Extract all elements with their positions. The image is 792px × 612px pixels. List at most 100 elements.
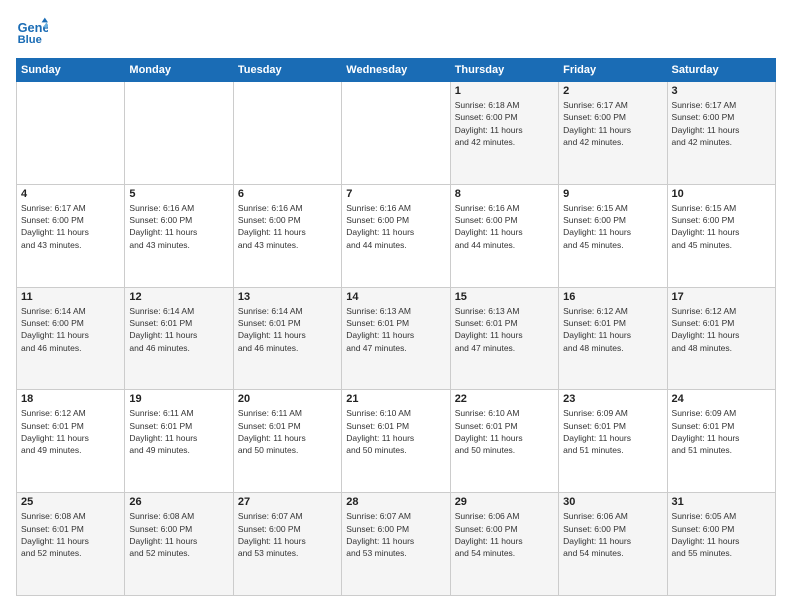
- day-number: 11: [21, 291, 120, 303]
- day-number: 19: [129, 393, 228, 405]
- column-header-friday: Friday: [559, 59, 667, 82]
- calendar-cell: [233, 82, 341, 185]
- calendar-cell: 13 Sunrise: 6:14 AM Sunset: 6:01 PM Dayli…: [233, 287, 341, 390]
- cell-info: Sunrise: 6:06 AM Sunset: 6:00 PM Dayligh…: [563, 510, 662, 559]
- logo: General Blue: [16, 16, 52, 48]
- day-number: 20: [238, 393, 337, 405]
- day-number: 10: [672, 188, 771, 200]
- calendar-cell: 16 Sunrise: 6:12 AM Sunset: 6:01 PM Dayli…: [559, 287, 667, 390]
- calendar-cell: 27 Sunrise: 6:07 AM Sunset: 6:00 PM Dayli…: [233, 493, 341, 596]
- day-number: 29: [455, 496, 554, 508]
- cell-info: Sunrise: 6:08 AM Sunset: 6:00 PM Dayligh…: [129, 510, 228, 559]
- day-number: 9: [563, 188, 662, 200]
- cell-info: Sunrise: 6:09 AM Sunset: 6:01 PM Dayligh…: [672, 407, 771, 456]
- day-number: 8: [455, 188, 554, 200]
- calendar-cell: 28 Sunrise: 6:07 AM Sunset: 6:00 PM Dayli…: [342, 493, 450, 596]
- day-number: 16: [563, 291, 662, 303]
- cell-info: Sunrise: 6:06 AM Sunset: 6:00 PM Dayligh…: [455, 510, 554, 559]
- calendar-cell: 5 Sunrise: 6:16 AM Sunset: 6:00 PM Daylig…: [125, 184, 233, 287]
- calendar-cell: 15Sunrise: 6:13 AM Sunset: 6:01 PM Dayli…: [450, 287, 558, 390]
- calendar-table: SundayMondayTuesdayWednesdayThursdayFrid…: [16, 58, 776, 596]
- day-number: 21: [346, 393, 445, 405]
- cell-info: Sunrise: 6:13 AM Sunset: 6:01 PM Dayligh…: [346, 305, 445, 354]
- day-number: 26: [129, 496, 228, 508]
- cell-info: Sunrise: 6:17 AM Sunset: 6:00 PM Dayligh…: [672, 99, 771, 148]
- week-row-2: 4 Sunrise: 6:17 AM Sunset: 6:00 PM Daylig…: [17, 184, 776, 287]
- cell-info: Sunrise: 6:12 AM Sunset: 6:01 PM Dayligh…: [672, 305, 771, 354]
- week-row-1: 1 Sunrise: 6:18 AM Sunset: 6:00 PM Daylig…: [17, 82, 776, 185]
- header: General Blue: [16, 16, 776, 48]
- column-header-wednesday: Wednesday: [342, 59, 450, 82]
- calendar-cell: 30Sunrise: 6:06 AM Sunset: 6:00 PM Dayli…: [559, 493, 667, 596]
- week-row-3: 11Sunrise: 6:14 AM Sunset: 6:00 PM Dayli…: [17, 287, 776, 390]
- cell-info: Sunrise: 6:16 AM Sunset: 6:00 PM Dayligh…: [129, 202, 228, 251]
- cell-info: Sunrise: 6:07 AM Sunset: 6:00 PM Dayligh…: [238, 510, 337, 559]
- cell-info: Sunrise: 6:18 AM Sunset: 6:00 PM Dayligh…: [455, 99, 554, 148]
- cell-info: Sunrise: 6:08 AM Sunset: 6:01 PM Dayligh…: [21, 510, 120, 559]
- calendar-cell: 7Sunrise: 6:16 AM Sunset: 6:00 PM Daylig…: [342, 184, 450, 287]
- calendar-cell: 4 Sunrise: 6:17 AM Sunset: 6:00 PM Daylig…: [17, 184, 125, 287]
- cell-info: Sunrise: 6:07 AM Sunset: 6:00 PM Dayligh…: [346, 510, 445, 559]
- calendar-cell: 22 Sunrise: 6:10 AM Sunset: 6:01 PM Dayli…: [450, 390, 558, 493]
- calendar-cell: 21 Sunrise: 6:10 AM Sunset: 6:01 PM Dayli…: [342, 390, 450, 493]
- calendar-cell: 6 Sunrise: 6:16 AM Sunset: 6:00 PM Daylig…: [233, 184, 341, 287]
- calendar-cell: 29 Sunrise: 6:06 AM Sunset: 6:00 PM Dayli…: [450, 493, 558, 596]
- cell-info: Sunrise: 6:09 AM Sunset: 6:01 PM Dayligh…: [563, 407, 662, 456]
- cell-info: Sunrise: 6:15 AM Sunset: 6:00 PM Dayligh…: [672, 202, 771, 251]
- column-header-sunday: Sunday: [17, 59, 125, 82]
- calendar-cell: 19 Sunrise: 6:11 AM Sunset: 6:01 PM Dayli…: [125, 390, 233, 493]
- calendar-cell: 11Sunrise: 6:14 AM Sunset: 6:00 PM Dayli…: [17, 287, 125, 390]
- calendar-cell: 24 Sunrise: 6:09 AM Sunset: 6:01 PM Dayli…: [667, 390, 775, 493]
- day-number: 4: [21, 188, 120, 200]
- cell-info: Sunrise: 6:17 AM Sunset: 6:00 PM Dayligh…: [21, 202, 120, 251]
- day-number: 28: [346, 496, 445, 508]
- calendar-cell: 1 Sunrise: 6:18 AM Sunset: 6:00 PM Daylig…: [450, 82, 558, 185]
- day-number: 22: [455, 393, 554, 405]
- cell-info: Sunrise: 6:16 AM Sunset: 6:00 PM Dayligh…: [238, 202, 337, 251]
- cell-info: Sunrise: 6:12 AM Sunset: 6:01 PM Dayligh…: [563, 305, 662, 354]
- calendar-cell: 26 Sunrise: 6:08 AM Sunset: 6:00 PM Dayli…: [125, 493, 233, 596]
- day-number: 12: [129, 291, 228, 303]
- calendar-cell: 9 Sunrise: 6:15 AM Sunset: 6:00 PM Daylig…: [559, 184, 667, 287]
- calendar-cell: [342, 82, 450, 185]
- calendar-cell: 23Sunrise: 6:09 AM Sunset: 6:01 PM Dayli…: [559, 390, 667, 493]
- cell-info: Sunrise: 6:11 AM Sunset: 6:01 PM Dayligh…: [129, 407, 228, 456]
- day-number: 3: [672, 85, 771, 97]
- cell-info: Sunrise: 6:15 AM Sunset: 6:00 PM Dayligh…: [563, 202, 662, 251]
- calendar-cell: 8Sunrise: 6:16 AM Sunset: 6:00 PM Daylig…: [450, 184, 558, 287]
- day-number: 27: [238, 496, 337, 508]
- cell-info: Sunrise: 6:10 AM Sunset: 6:01 PM Dayligh…: [455, 407, 554, 456]
- day-number: 17: [672, 291, 771, 303]
- svg-text:Blue: Blue: [18, 34, 42, 46]
- week-row-5: 25 Sunrise: 6:08 AM Sunset: 6:01 PM Dayli…: [17, 493, 776, 596]
- column-header-tuesday: Tuesday: [233, 59, 341, 82]
- day-number: 13: [238, 291, 337, 303]
- cell-info: Sunrise: 6:14 AM Sunset: 6:01 PM Dayligh…: [238, 305, 337, 354]
- calendar-cell: 10 Sunrise: 6:15 AM Sunset: 6:00 PM Dayli…: [667, 184, 775, 287]
- column-header-saturday: Saturday: [667, 59, 775, 82]
- column-header-thursday: Thursday: [450, 59, 558, 82]
- cell-info: Sunrise: 6:16 AM Sunset: 6:00 PM Dayligh…: [346, 202, 445, 251]
- cell-info: Sunrise: 6:05 AM Sunset: 6:00 PM Dayligh…: [672, 510, 771, 559]
- cell-info: Sunrise: 6:10 AM Sunset: 6:01 PM Dayligh…: [346, 407, 445, 456]
- day-number: 1: [455, 85, 554, 97]
- calendar-cell: 20 Sunrise: 6:11 AM Sunset: 6:01 PM Dayli…: [233, 390, 341, 493]
- day-number: 6: [238, 188, 337, 200]
- cell-info: Sunrise: 6:11 AM Sunset: 6:01 PM Dayligh…: [238, 407, 337, 456]
- calendar-cell: 17 Sunrise: 6:12 AM Sunset: 6:01 PM Dayli…: [667, 287, 775, 390]
- day-number: 5: [129, 188, 228, 200]
- day-number: 18: [21, 393, 120, 405]
- calendar-cell: 12 Sunrise: 6:14 AM Sunset: 6:01 PM Dayli…: [125, 287, 233, 390]
- day-number: 2: [563, 85, 662, 97]
- day-number: 14: [346, 291, 445, 303]
- calendar-cell: 18 Sunrise: 6:12 AM Sunset: 6:01 PM Dayli…: [17, 390, 125, 493]
- page: General Blue SundayMondayTuesdayWednesda…: [0, 0, 792, 612]
- logo-icon: General Blue: [16, 16, 48, 48]
- cell-info: Sunrise: 6:13 AM Sunset: 6:01 PM Dayligh…: [455, 305, 554, 354]
- day-number: 24: [672, 393, 771, 405]
- week-row-4: 18 Sunrise: 6:12 AM Sunset: 6:01 PM Dayli…: [17, 390, 776, 493]
- day-number: 31: [672, 496, 771, 508]
- cell-info: Sunrise: 6:12 AM Sunset: 6:01 PM Dayligh…: [21, 407, 120, 456]
- day-number: 25: [21, 496, 120, 508]
- cell-info: Sunrise: 6:14 AM Sunset: 6:01 PM Dayligh…: [129, 305, 228, 354]
